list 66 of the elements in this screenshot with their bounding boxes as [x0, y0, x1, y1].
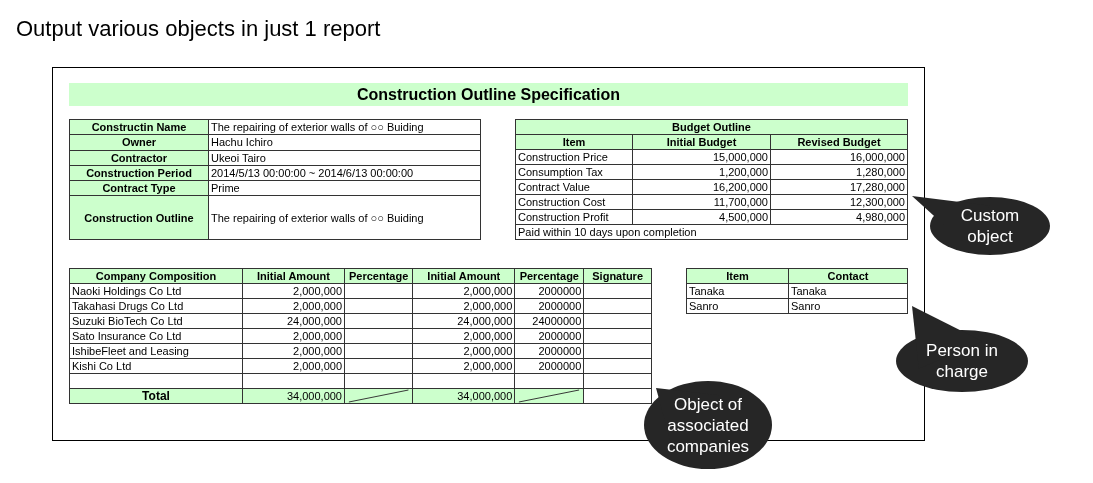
table-cell: Naoki Holdings Co Ltd: [69, 283, 243, 299]
column-header: Initial Amount: [412, 268, 515, 284]
table-cell: Sanro: [686, 298, 789, 314]
budget-note: Paid within 10 days upon completion: [515, 224, 908, 240]
column-header: Signature: [583, 268, 652, 284]
table-cell: 16,000,000: [770, 149, 908, 165]
callout-text: Object of associated companies: [666, 393, 750, 457]
table-cell: 24,000,000: [242, 313, 345, 329]
table-cell: 12,300,000: [770, 194, 908, 210]
field-value: Prime: [208, 180, 481, 196]
column-header: Contact: [788, 268, 908, 284]
column-header: Percentage: [514, 268, 584, 284]
field-value: The repairing of exterior walls of ○○ Buiding: [208, 195, 481, 240]
table-cell: 2,000,000: [242, 283, 345, 299]
table-cell: 17,280,000: [770, 179, 908, 195]
table-cell: Takahasi Drugs Co Ltd: [69, 298, 243, 314]
table-cell: 2000000: [514, 358, 584, 374]
table-cell: 2,000,000: [242, 328, 345, 344]
table-cell: 15,000,000: [632, 149, 771, 165]
field-label: Construction Outline: [69, 195, 209, 240]
table-cell: 2,000,000: [412, 328, 515, 344]
table-heading: Budget Outline: [515, 119, 908, 135]
table-cell: 2,000,000: [242, 343, 345, 359]
field-value: The repairing of exterior walls of ○○ Buiding: [208, 119, 481, 135]
slide-title: Output various objects in just 1 report: [16, 15, 381, 43]
report-title: Construction Outline Specification: [69, 83, 908, 106]
table-cell: Construction Profit: [515, 209, 633, 225]
table-cell: 2,000,000: [412, 283, 515, 299]
table-cell: 2,000,000: [412, 343, 515, 359]
table-cell: 2000000: [514, 298, 584, 314]
table-cell: 2,000,000: [412, 358, 515, 374]
field-value: Hachu Ichiro: [208, 134, 481, 150]
table-cell: 1,200,000: [632, 164, 771, 180]
table-cell: Consumption Tax: [515, 164, 633, 180]
table-cell: IshibeFleet and Leasing: [69, 343, 243, 359]
table-cell: 2000000: [514, 283, 584, 299]
table-cell: 2,000,000: [412, 298, 515, 314]
table-cell: 1,280,000: [770, 164, 908, 180]
table-cell: Kishi Co Ltd: [69, 358, 243, 374]
table-cell: 4,500,000: [632, 209, 771, 225]
table-cell: Tanaka: [686, 283, 789, 299]
table-cell: 4,980,000: [770, 209, 908, 225]
table-cell: Suzuki BioTech Co Ltd: [69, 313, 243, 329]
column-header: Percentage: [344, 268, 413, 284]
table-cell: Sato Insurance Co Ltd: [69, 328, 243, 344]
table-cell: Construction Price: [515, 149, 633, 165]
table-cell: 2000000: [514, 328, 584, 344]
table-cell: Sanro: [788, 298, 908, 314]
table-cell: 2,000,000: [242, 358, 345, 374]
field-value: 2014/5/13 00:00:00 ~ 2014/6/13 00:00:00: [208, 165, 481, 181]
table-cell: 2,000,000: [242, 298, 345, 314]
table-cell: 24,000,000: [412, 313, 515, 329]
column-header: Initial Amount: [242, 268, 345, 284]
column-header: Item: [686, 268, 789, 284]
table-cell: 16,200,000: [632, 179, 771, 195]
callout-text: Person in charge: [926, 340, 998, 382]
table-cell: Tanaka: [788, 283, 908, 299]
field-value: Ukeoi Tairo: [208, 150, 481, 166]
table-cell: Construction Cost: [515, 194, 633, 210]
column-header: Company Composition: [69, 268, 243, 284]
table-cell: 2000000: [514, 343, 584, 359]
table-cell: 24000000: [514, 313, 584, 329]
table-cell: 11,700,000: [632, 194, 771, 210]
table-cell: Contract Value: [515, 179, 633, 195]
field-label: Constructin Name: [69, 119, 209, 135]
callout-text: Custom object: [960, 205, 1020, 247]
